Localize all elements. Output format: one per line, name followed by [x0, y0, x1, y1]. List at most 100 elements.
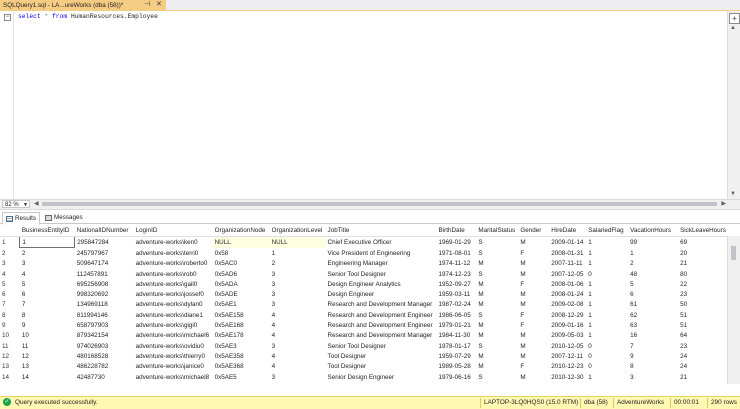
column-header[interactable]: JobTitle	[325, 225, 437, 237]
table-cell[interactable]: Engineering Manager	[326, 259, 437, 269]
table-cell[interactable]: 63	[628, 320, 678, 330]
row-number[interactable]: 14	[0, 372, 20, 382]
column-header[interactable]: Gender	[518, 225, 550, 237]
table-cell[interactable]: S	[476, 248, 518, 259]
table-cell[interactable]: F	[518, 320, 549, 330]
table-cell[interactable]: S	[476, 310, 518, 320]
table-row[interactable]: 4 4 112457891 adventure-works\rob0 0x5AD6 3 Se…	[0, 269, 728, 279]
column-header[interactable]: BusinessEntityID	[19, 225, 75, 237]
table-cell[interactable]: 3	[270, 279, 326, 289]
table-cell[interactable]: 2010-12-23	[549, 362, 586, 372]
table-cell[interactable]: 1979-01-21	[437, 320, 477, 330]
table-cell[interactable]: adventure-works\ovidiu0	[134, 341, 213, 351]
table-cell[interactable]: 0x5AC0	[213, 259, 270, 269]
table-cell[interactable]: M	[518, 372, 549, 382]
table-cell[interactable]: 6	[20, 289, 75, 299]
grid-scroll-thumb[interactable]	[731, 246, 736, 260]
table-cell[interactable]: 3	[20, 259, 75, 269]
table-cell[interactable]: Chief Executive Officer	[326, 237, 437, 248]
row-number[interactable]: 8	[0, 310, 20, 320]
table-cell[interactable]: 811994146	[75, 310, 134, 320]
table-cell[interactable]: 21	[678, 259, 728, 269]
table-cell[interactable]: 2008-12-29	[549, 310, 586, 320]
table-cell[interactable]: 0x5AE358	[213, 351, 270, 361]
table-cell[interactable]: 2008-01-06	[549, 279, 586, 289]
table-cell[interactable]: Research and Development Engineer	[326, 310, 437, 320]
scroll-left-icon[interactable]: ◀	[34, 200, 39, 207]
table-cell[interactable]: adventure-works\terri0	[134, 248, 213, 259]
table-cell[interactable]: 0x5AE368	[213, 362, 270, 372]
table-cell[interactable]: 1	[586, 320, 628, 330]
table-cell[interactable]: 51	[678, 310, 728, 320]
table-cell[interactable]: 5	[20, 279, 75, 289]
table-cell[interactable]: 1	[628, 248, 678, 259]
row-number[interactable]: 7	[0, 300, 20, 310]
table-cell[interactable]: 42487730	[75, 372, 134, 382]
table-cell[interactable]: Research and Development Manager	[326, 331, 437, 341]
table-cell[interactable]: 1987-02-24	[437, 300, 477, 310]
table-cell[interactable]: 3	[270, 372, 326, 382]
table-row[interactable]: 14 14 42487730 adventure-works\michael8 0x5A…	[0, 372, 728, 382]
table-row[interactable]: 13 13 486228782 adventure-works\janice0 0x5A…	[0, 362, 728, 372]
scroll-down-icon[interactable]: ▼	[730, 191, 736, 197]
table-cell[interactable]: Design Engineer	[326, 289, 437, 299]
row-number[interactable]: 12	[0, 351, 20, 361]
scroll-up-icon[interactable]: ▲	[730, 25, 736, 31]
table-cell[interactable]: 1	[586, 300, 628, 310]
table-cell[interactable]: M	[518, 300, 549, 310]
row-number[interactable]: 11	[0, 341, 20, 351]
table-cell[interactable]: 3	[628, 372, 678, 382]
table-cell[interactable]: 0	[586, 362, 628, 372]
table-cell[interactable]: 4	[270, 310, 326, 320]
table-cell[interactable]: 1	[586, 289, 628, 299]
table-cell[interactable]: Research and Development Engineer	[326, 320, 437, 330]
table-cell[interactable]: 3	[270, 289, 326, 299]
table-row[interactable]: 3 3 509647174 adventure-works\roberto0 0x5AC…	[0, 259, 728, 269]
table-cell[interactable]: 16	[628, 331, 678, 341]
table-cell[interactable]: M	[476, 289, 518, 299]
table-cell[interactable]: 1989-05-28	[437, 362, 477, 372]
table-cell[interactable]: 23	[678, 289, 728, 299]
table-cell[interactable]: 1	[586, 237, 628, 248]
table-cell[interactable]: 1979-06-16	[437, 372, 477, 382]
table-cell[interactable]: 12	[20, 351, 75, 361]
table-cell[interactable]: 2009-05-03	[549, 331, 586, 341]
table-cell[interactable]: 3	[270, 300, 326, 310]
table-cell[interactable]: 6	[628, 289, 678, 299]
table-cell[interactable]: 3	[270, 341, 326, 351]
column-header[interactable]: SickLeaveHours	[678, 225, 728, 237]
table-cell[interactable]: 1974-12-23	[437, 269, 477, 279]
table-cell[interactable]: 2007-12-11	[549, 351, 586, 361]
table-cell[interactable]: 14	[20, 372, 75, 382]
table-cell[interactable]: 21	[678, 372, 728, 382]
table-cell[interactable]: 62	[628, 310, 678, 320]
table-row[interactable]: 5 5 695256908 adventure-works\gail0 0x5ADA 3 D…	[0, 279, 728, 289]
column-header[interactable]: SalariedFlag	[586, 225, 629, 237]
table-cell[interactable]: 1959-03-11	[437, 289, 477, 299]
table-cell[interactable]: M	[476, 320, 518, 330]
table-cell[interactable]: 1986-06-05	[437, 310, 477, 320]
table-cell[interactable]: 2007-12-05	[549, 269, 586, 279]
table-cell[interactable]: 1952-09-27	[437, 279, 477, 289]
table-cell[interactable]: 0x5AD6	[213, 269, 270, 279]
table-cell[interactable]: 658797903	[75, 320, 134, 330]
table-cell[interactable]: 879342154	[75, 331, 134, 341]
table-cell[interactable]: adventure-works\michael8	[134, 372, 213, 382]
table-cell[interactable]: 112457891	[75, 269, 134, 279]
table-cell[interactable]: 1	[586, 279, 628, 289]
table-cell[interactable]: 9	[20, 320, 75, 330]
tab-messages[interactable]: Messages	[42, 212, 86, 223]
table-cell[interactable]: 8	[628, 362, 678, 372]
table-cell[interactable]: 7	[628, 341, 678, 351]
row-number[interactable]: 6	[0, 289, 20, 299]
split-icon[interactable]: +	[729, 13, 740, 24]
table-cell[interactable]: 50	[678, 300, 728, 310]
table-cell[interactable]: 480168528	[75, 351, 134, 361]
column-header[interactable]: OrganizationNode	[212, 225, 270, 237]
table-cell[interactable]: adventure-works\diane1	[134, 310, 213, 320]
table-cell[interactable]: adventure-works\roberto0	[134, 259, 213, 269]
table-cell[interactable]: 2009-01-16	[549, 320, 586, 330]
table-cell[interactable]: M	[518, 341, 549, 351]
table-cell[interactable]: 4	[20, 269, 75, 279]
table-cell[interactable]: NULL	[269, 236, 326, 248]
